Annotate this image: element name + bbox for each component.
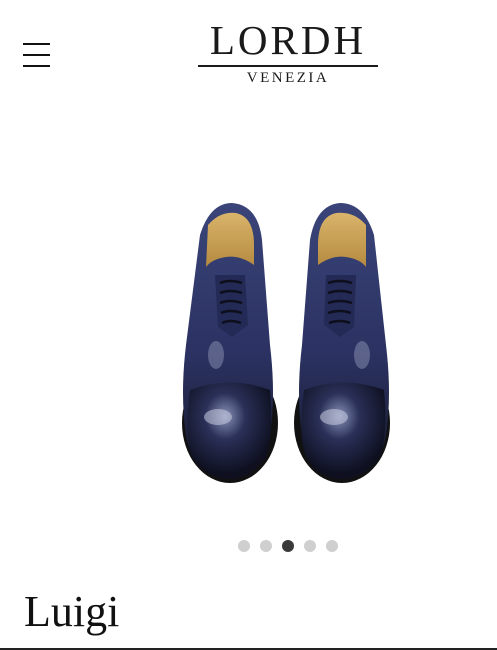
product-title: Luigi <box>24 587 120 636</box>
menu-bar <box>23 43 50 45</box>
shoes-illustration <box>182 203 390 483</box>
logo-divider <box>198 65 378 67</box>
brand-subtitle: VENEZIA <box>246 70 330 86</box>
menu-bar <box>23 54 50 56</box>
left-shoe <box>182 203 278 483</box>
brand-name: LORDH <box>209 17 367 63</box>
hamburger-menu-icon[interactable] <box>20 40 54 72</box>
product-image[interactable] <box>170 195 410 495</box>
header: LORDH VENEZIA <box>0 0 497 100</box>
gallery-dot[interactable] <box>304 540 316 552</box>
gallery-dot[interactable] <box>260 540 272 552</box>
right-shoe <box>294 203 390 483</box>
gallery-dot-active[interactable] <box>282 540 294 552</box>
brand-logo[interactable]: LORDH VENEZIA <box>196 18 380 87</box>
gallery-dot[interactable] <box>238 540 250 552</box>
gallery-pagination <box>238 540 338 552</box>
gallery-dot[interactable] <box>326 540 338 552</box>
menu-bar <box>23 65 50 67</box>
